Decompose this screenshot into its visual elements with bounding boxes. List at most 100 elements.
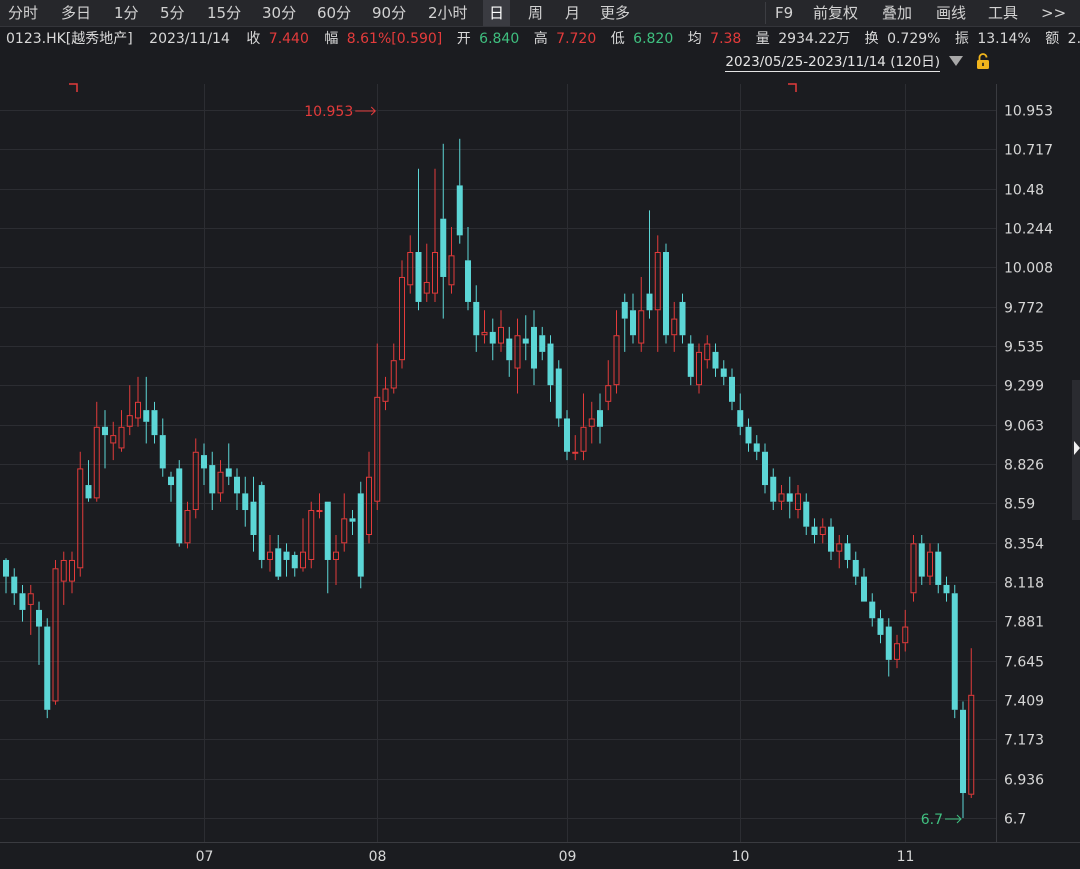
candle-body-up [448,255,455,286]
y-tick-label: 7.881 [1004,615,1044,631]
candle-body-up [192,451,199,511]
candle [308,501,315,569]
candle-body-down [522,338,529,344]
candle [85,460,92,502]
candle-body-down [720,368,727,377]
candle [143,376,150,444]
candle-body-down [547,343,554,386]
candle [564,410,570,461]
candle-body-down [869,601,876,619]
candle [168,471,174,502]
candle [192,438,199,519]
candle [877,609,884,644]
candle-body-down [811,526,818,535]
candle-body-down [440,218,447,277]
candle-body-down [242,493,249,511]
y-tick-label: 6.7 [1004,812,1026,828]
candle-body-up [498,326,504,344]
candle-body-down [531,326,537,369]
candle-body-down [877,618,884,635]
candle [267,534,273,572]
low-marker-label: 6.7 [921,812,943,828]
candle-body-down [225,468,232,477]
candle [547,335,554,402]
candle [382,376,389,411]
candle [844,534,851,569]
candle [407,235,414,294]
candle-body-down [234,476,240,494]
candle [671,301,678,352]
candle-body-down [737,410,744,427]
candle [333,534,339,585]
candle [687,335,694,386]
candle-body-up [580,426,587,452]
candle-body-down [19,593,26,610]
candle-body-down [555,368,562,419]
candle-body-down [349,518,356,522]
candle-body-down [663,251,669,336]
y-tick-label: 8.354 [1004,537,1044,553]
candle [349,510,356,535]
candle-body-down [687,343,694,377]
candle-body-down [473,301,480,336]
x-tick-label: 11 [897,849,915,865]
expand-right-icon[interactable] [1074,441,1080,455]
candle [638,276,645,352]
candle-body-up [217,471,224,494]
candle-body-down [357,493,364,577]
candle [316,493,323,519]
candle [704,335,711,369]
candle-body-up [69,559,75,582]
candle-body-up [836,543,843,552]
candle [473,285,480,352]
candle-body-down [85,485,92,499]
candle-body-down [729,376,735,402]
candle [118,410,125,452]
candle-body-down [539,335,546,352]
candle [300,518,306,572]
candle [275,534,282,580]
candle-body-up [613,335,620,386]
y-tick-label: 7.173 [1004,733,1044,749]
candle [448,227,455,294]
y-tick-label: 10.244 [1004,222,1053,238]
candle-body-down [745,426,752,444]
candle [110,421,117,461]
candle [712,343,719,377]
candle-body-down [275,548,282,577]
candle [597,393,603,444]
candle-body-down [44,626,51,710]
y-tick-label: 10.008 [1004,261,1053,277]
candle-body-up [778,493,785,502]
y-tick-label: 6.936 [1004,773,1044,789]
candle-body-up [407,251,414,286]
candle-body-up [572,451,579,454]
candle [258,481,265,569]
candle-body-down [36,609,42,627]
candle-body-up [60,559,67,582]
candle [201,443,207,486]
y-tick-label: 8.826 [1004,458,1044,474]
candle-body-up [110,435,117,444]
candle [250,476,257,552]
candle [176,460,183,547]
candle-body-down [151,410,158,436]
candlestick-chart[interactable]: 10.953 10.717 10.48 10.244 10.008 9.772 9.535 9… [0,0,1080,869]
candle-body-up [77,468,84,569]
candle-body-up [27,593,34,605]
candle [654,235,661,352]
candle-body-up [481,331,488,336]
candle [968,648,975,799]
candle-body-up [399,276,405,361]
candle [753,435,760,461]
candle-body-down [885,626,892,660]
candle [679,293,686,344]
candle-body-down [935,551,942,585]
y-tick-label: 9.535 [1004,340,1044,356]
x-tick-label: 10 [732,849,750,865]
candle-body-down [786,493,793,502]
candle [151,401,158,444]
candle [852,551,859,585]
candle-body-down [456,185,463,236]
candle [217,460,224,502]
